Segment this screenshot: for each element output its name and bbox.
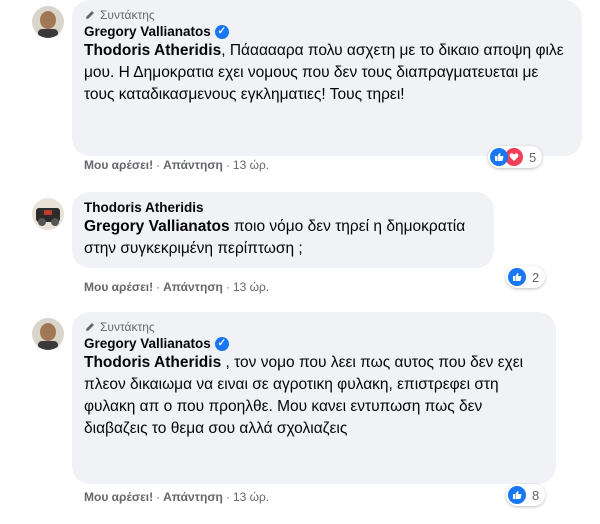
avatar-image xyxy=(32,198,64,230)
avatar-image xyxy=(32,318,64,350)
like-button[interactable]: Μου αρέσει! xyxy=(84,280,153,294)
timestamp[interactable]: 13 ώρ. xyxy=(233,158,269,172)
comment-author[interactable]: Thodoris Atheridis xyxy=(84,200,204,215)
like-button[interactable]: Μου αρέσει! xyxy=(84,490,153,504)
reply-button[interactable]: Απάντηση xyxy=(163,280,223,294)
like-icon xyxy=(508,268,526,286)
reaction-summary[interactable]: 8 xyxy=(506,484,546,506)
comment-author[interactable]: Gregory Vallianatos xyxy=(84,24,211,39)
reply-button[interactable]: Απάντηση xyxy=(163,490,223,504)
comment-bubble: Συντάκτης Gregory Vallianatos ✓ Thodoris… xyxy=(72,0,582,156)
pencil-icon xyxy=(86,323,94,331)
author-badge: Συντάκτης xyxy=(84,8,570,22)
timestamp[interactable]: 13 ώρ. xyxy=(233,280,269,294)
reaction-summary[interactable]: 5 xyxy=(488,146,543,168)
mention-link[interactable]: Thodoris Atheridis xyxy=(84,42,221,59)
author-badge: Συντάκτης xyxy=(84,320,544,334)
badge-label: Συντάκτης xyxy=(100,320,155,334)
comment-text: Gregory Vallianatos ποιο νόμο δεν τηρεί … xyxy=(84,216,482,260)
reply-button[interactable]: Απάντηση xyxy=(163,158,223,172)
avatar[interactable] xyxy=(32,198,64,230)
like-button[interactable]: Μου αρέσει! xyxy=(84,158,153,172)
like-icon xyxy=(508,486,526,504)
comment-bubble: Συντάκτης Gregory Vallianatos ✓ Thodoris… xyxy=(72,312,556,484)
verified-icon: ✓ xyxy=(214,24,229,39)
mention-link[interactable]: Gregory Vallianatos xyxy=(84,218,230,235)
comment-actions: Μου αρέσει! · Απάντηση · 13 ώρ. xyxy=(84,280,270,294)
pencil-icon xyxy=(86,11,94,19)
comment-actions: Μου αρέσει! · Απάντηση · 13 ώρ. xyxy=(84,158,270,172)
comment: Συντάκτης Gregory Vallianatos ✓ Thodoris… xyxy=(0,0,600,180)
comment-author[interactable]: Gregory Vallianatos xyxy=(84,336,211,351)
reaction-summary[interactable]: 2 xyxy=(506,266,546,288)
comment-bubble: Thodoris Atheridis Gregory Vallianatos π… xyxy=(72,192,494,268)
comment: Thodoris Atheridis Gregory Vallianatos π… xyxy=(0,192,600,302)
verified-icon: ✓ xyxy=(214,336,229,351)
avatar-image xyxy=(32,6,64,38)
timestamp[interactable]: 13 ώρ. xyxy=(233,490,269,504)
comment-text: Thodoris Atheridis , τον νομο που λεει π… xyxy=(84,352,544,440)
comment: Συντάκτης Gregory Vallianatos ✓ Thodoris… xyxy=(0,312,600,524)
reaction-count: 8 xyxy=(532,487,540,503)
avatar[interactable] xyxy=(32,6,64,38)
mention-link[interactable]: Thodoris Atheridis xyxy=(84,354,221,371)
comment-text: Thodoris Atheridis, Πάααααρα πολυ ασχετη… xyxy=(84,40,570,106)
comment-actions: Μου αρέσει! · Απάντηση · 13 ώρ. xyxy=(84,490,270,504)
avatar[interactable] xyxy=(32,318,64,350)
badge-label: Συντάκτης xyxy=(100,8,155,22)
reaction-count: 2 xyxy=(532,269,540,285)
like-icon xyxy=(490,148,508,166)
reaction-count: 5 xyxy=(529,149,537,165)
